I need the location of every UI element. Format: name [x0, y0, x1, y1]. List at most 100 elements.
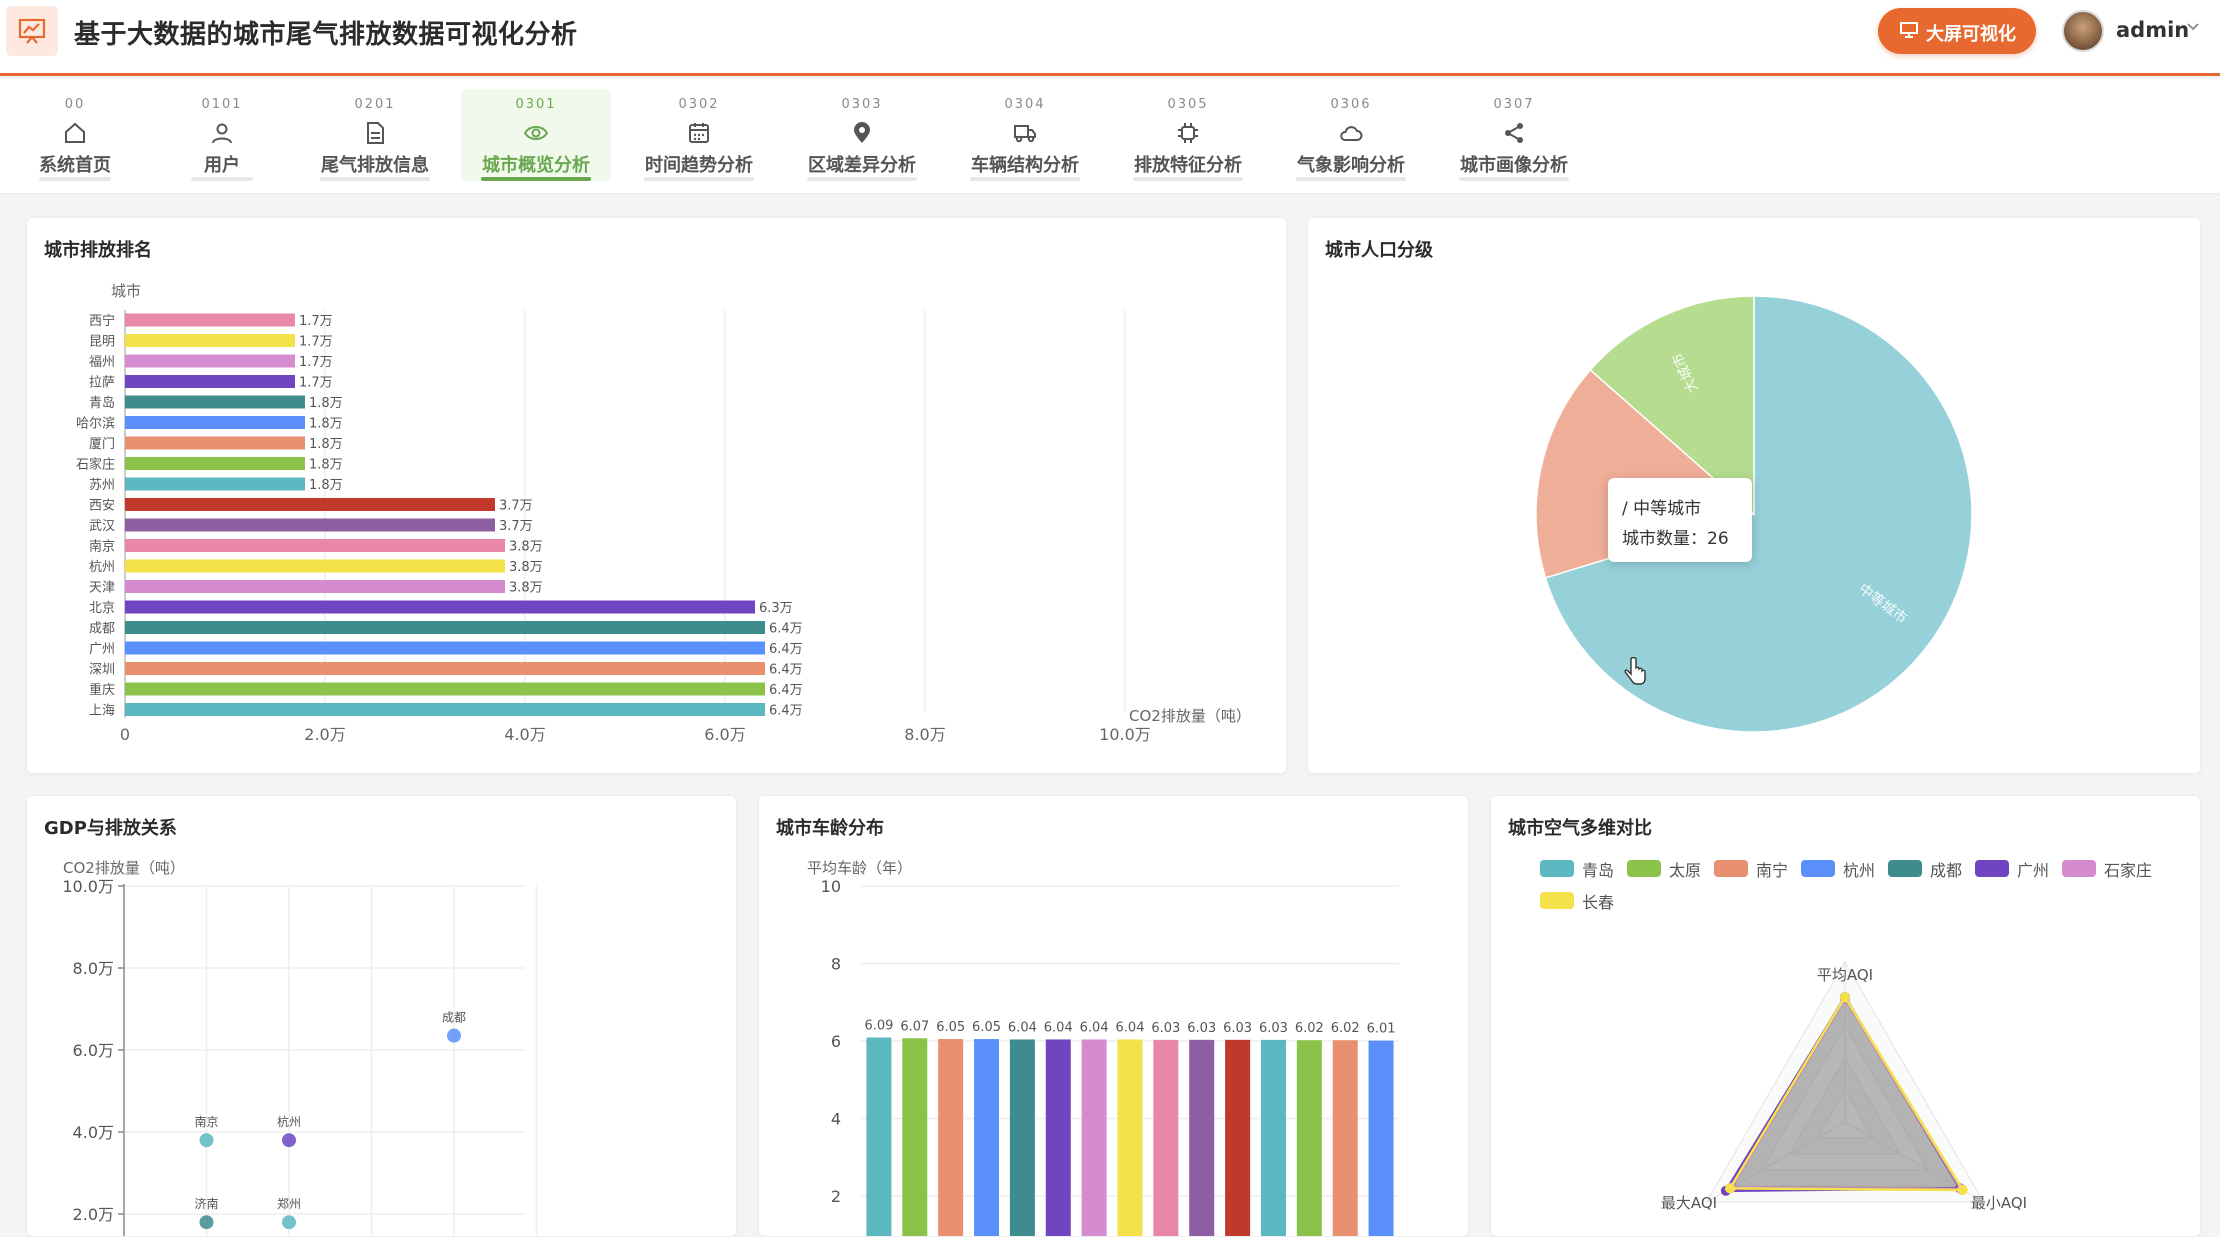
bar[interactable] — [1260, 1039, 1286, 1236]
nav-code: 0201 — [354, 97, 396, 112]
nav-item-0306[interactable]: 0306 气象影响分析 — [1276, 89, 1426, 181]
bar[interactable] — [902, 1038, 928, 1236]
y-tick-label: 8 — [831, 955, 841, 974]
bar[interactable] — [1009, 1039, 1035, 1236]
app-logo[interactable] — [6, 6, 58, 56]
data-label: 6.05 — [972, 1020, 1001, 1035]
scatter-point[interactable] — [199, 1215, 214, 1230]
bar[interactable] — [866, 1037, 892, 1236]
eye-icon — [524, 126, 548, 140]
legend-swatch — [1627, 860, 1661, 877]
gdp-emission-chart: CO2排放量（吨）10.0万 8.0万 6.0万 4.0万 2.0万 南京 杭州 成都济南 郑州 — [62, 859, 538, 1236]
nav-item-0301[interactable]: 0301 城市概览分析 — [461, 89, 611, 181]
bar[interactable] — [125, 436, 305, 450]
bar[interactable] — [125, 662, 765, 675]
bar[interactable] — [1117, 1039, 1143, 1236]
vehicle-age-card: 城市车龄分布 平均车龄（年） 10 8 6 4 2 6.09 6.07 6.05 6.05 6.04… — [758, 795, 1469, 1237]
nav-underline — [1296, 177, 1406, 181]
data-label: 1.7万 — [299, 314, 333, 329]
y-tick-label: 2.0万 — [73, 1205, 114, 1224]
bar[interactable] — [1368, 1040, 1394, 1236]
y-tick-label: 4.0万 — [73, 1123, 114, 1142]
bar[interactable] — [125, 682, 765, 696]
data-label: 6.02 — [1295, 1021, 1324, 1036]
nav-item-0305[interactable]: 0305 排放特征分析 — [1113, 89, 1263, 181]
scatter-point[interactable] — [447, 1028, 461, 1043]
population-tier-card: 城市人口分级 中等城市 大城市 — [1307, 217, 2201, 774]
x-tick-label: 2.0万 — [304, 725, 345, 744]
user-name[interactable]: admin — [2116, 18, 2189, 42]
nav-item-0307[interactable]: 0307 城市画像分析 — [1439, 89, 1589, 181]
bar[interactable] — [125, 313, 295, 327]
bar[interactable] — [125, 477, 305, 491]
x-tick-label: 4.0万 — [504, 725, 545, 744]
nav-item-0304[interactable]: 0304 车辆结构分析 — [950, 89, 1100, 181]
bar[interactable] — [1189, 1039, 1215, 1236]
nav-code: 0303 — [841, 97, 883, 112]
bar[interactable] — [125, 354, 295, 368]
bar[interactable] — [125, 375, 295, 388]
bar[interactable] — [1225, 1039, 1251, 1236]
bar[interactable] — [125, 559, 505, 573]
y-tick-label: 天津 — [89, 581, 115, 596]
point-label: 郑州 — [277, 1196, 301, 1211]
bar[interactable] — [125, 641, 765, 655]
avatar[interactable] — [2062, 10, 2104, 52]
data-label: 1.8万 — [309, 417, 343, 432]
bar[interactable] — [125, 334, 295, 347]
top-bar: 基于大数据的城市尾气排放数据可视化分析 大屏可视化 admin — [0, 0, 2220, 76]
point-label: 成都 — [442, 1011, 466, 1025]
y-tick-label: 哈尔滨 — [76, 416, 115, 432]
data-label: 6.03 — [1187, 1021, 1216, 1036]
nav-item-00[interactable]: 00 系统首页 — [0, 89, 150, 181]
bigscreen-button-label: 大屏可视化 — [1926, 24, 2016, 45]
chevron-down-icon[interactable] — [2186, 22, 2200, 32]
data-label: 1.8万 — [309, 458, 343, 473]
bar[interactable] — [974, 1039, 1000, 1236]
bar[interactable] — [1045, 1039, 1071, 1236]
legend-label: 石家庄 — [2104, 861, 2153, 880]
scatter-point[interactable] — [282, 1215, 296, 1230]
radar-point[interactable] — [1957, 1185, 1968, 1195]
data-label: 3.8万 — [509, 581, 543, 596]
nav-item-0303[interactable]: 0303 区域差异分析 — [787, 89, 937, 181]
legend-swatch — [2062, 860, 2096, 877]
bar[interactable] — [125, 498, 495, 511]
legend-label: 长春 — [1582, 893, 1615, 912]
bar[interactable] — [1081, 1039, 1107, 1236]
radar-point[interactable] — [1724, 1183, 1735, 1194]
scatter-point[interactable] — [199, 1133, 214, 1148]
legend-label: 南宁 — [1756, 861, 1789, 880]
nav-item-0302[interactable]: 0302 时间趋势分析 — [624, 89, 774, 181]
legend-swatch — [1540, 860, 1574, 877]
bar[interactable] — [125, 518, 495, 532]
data-label: 6.4万 — [769, 642, 803, 657]
bar[interactable] — [125, 395, 305, 409]
bar[interactable] — [125, 621, 765, 634]
data-label: 3.7万 — [499, 499, 533, 514]
x-axis-title: CO2排放量（吨） — [1129, 707, 1251, 725]
nav-underline — [970, 177, 1080, 181]
bar[interactable] — [125, 580, 505, 593]
bar[interactable] — [125, 457, 305, 470]
presentation-chart-icon — [18, 18, 46, 44]
bar[interactable] — [938, 1039, 964, 1236]
bigscreen-button[interactable]: 大屏可视化 — [1878, 8, 2036, 54]
bar[interactable] — [1153, 1039, 1179, 1236]
radar-series[interactable] — [1727, 994, 1966, 1192]
data-label: 1.7万 — [299, 355, 333, 370]
nav-item-0201[interactable]: 0201 尾气排放信息 — [300, 89, 450, 181]
bar[interactable] — [125, 703, 765, 716]
bar[interactable] — [125, 416, 305, 429]
data-label: 1.8万 — [309, 396, 343, 411]
x-tick-label: 0 — [120, 725, 130, 744]
bar[interactable] — [1296, 1040, 1322, 1236]
scatter-point[interactable] — [282, 1133, 296, 1148]
bar[interactable] — [125, 539, 505, 552]
radar-point[interactable] — [1840, 992, 1850, 1003]
bar[interactable] — [1332, 1040, 1358, 1236]
nav-item-0101[interactable]: 0101 用户 — [147, 89, 297, 181]
bar[interactable] — [125, 600, 755, 614]
share-icon — [1505, 123, 1523, 143]
home-icon — [65, 122, 85, 143]
